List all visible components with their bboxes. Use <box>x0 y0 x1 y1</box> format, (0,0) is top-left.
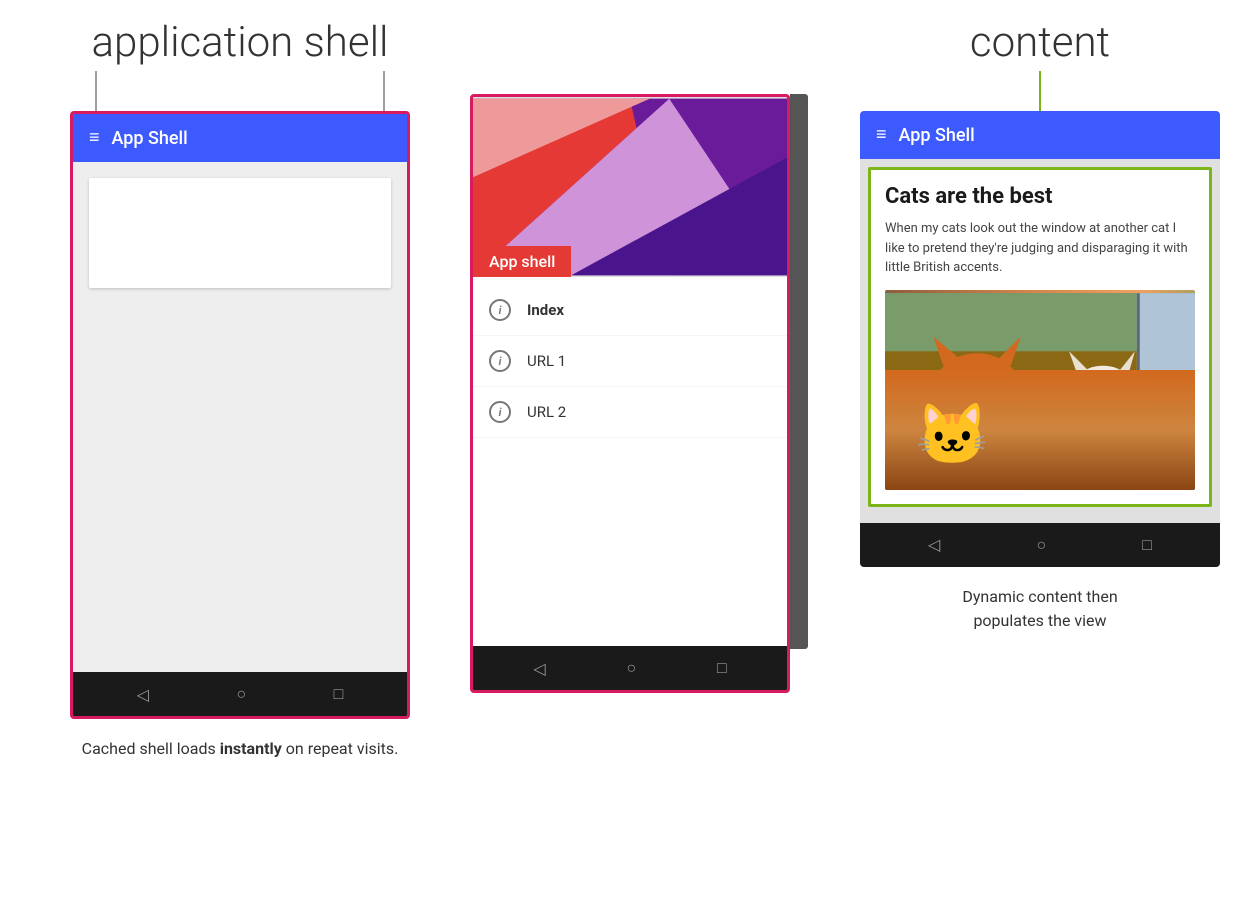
menu-item-url2: i URL 2 <box>473 387 787 438</box>
content-label: content <box>970 20 1110 66</box>
home-icon-1: ○ <box>236 684 246 704</box>
phone3-appbar: ≡ App Shell <box>860 111 1220 159</box>
connector-line-2 <box>383 71 385 111</box>
back-icon-3: ◁ <box>928 535 940 554</box>
back-icon-1: ◁ <box>137 685 149 704</box>
phone-3: ≡ App Shell Cats are the best When my ca… <box>860 111 1220 567</box>
application-shell-label: application shell <box>92 20 389 66</box>
menu-item-url1: i URL 1 <box>473 336 787 387</box>
content-card: Cats are the best When my cats look out … <box>868 167 1212 507</box>
content-title: Cats are the best <box>885 184 1195 209</box>
phone2-shadow <box>790 94 808 649</box>
right-section: content ≡ App Shell Cats are the best Wh… <box>840 20 1240 633</box>
home-icon-3: ○ <box>1036 535 1046 555</box>
left-caption: Cached shell loads instantly on repeat v… <box>82 737 399 761</box>
phone1-title: App Shell <box>112 128 188 149</box>
phone3-title: App Shell <box>899 125 975 146</box>
menu-item-index: i Index <box>473 285 787 336</box>
middle-section: App shell i Index i URL 1 i URL 2 <box>440 94 820 693</box>
menu-label-url2: URL 2 <box>527 403 566 421</box>
phone3-body: Cats are the best When my cats look out … <box>860 167 1220 523</box>
back-icon-2: ◁ <box>533 659 545 678</box>
recents-icon-1: □ <box>334 684 344 704</box>
menu-label-index: Index <box>527 301 564 319</box>
recents-icon-2: □ <box>717 658 727 678</box>
content-text: When my cats look out the window at anot… <box>885 219 1195 278</box>
info-icon-index: i <box>489 299 511 321</box>
info-icon-url2: i <box>489 401 511 423</box>
info-icon-url1: i <box>489 350 511 372</box>
connector-line-1 <box>95 71 97 111</box>
phone3-nav: ◁ ○ □ <box>860 523 1220 567</box>
hamburger-icon-1: ≡ <box>89 129 100 147</box>
app-shell-banner: App shell <box>473 246 571 277</box>
phone1-body <box>73 162 407 672</box>
menu-label-url1: URL 1 <box>527 352 566 370</box>
phone-1: ≡ App Shell ◁ ○ □ <box>70 111 410 719</box>
phone1-appbar: ≡ App Shell <box>73 114 407 162</box>
phone2-nav: ◁ ○ □ <box>473 646 787 690</box>
phone-2: App shell i Index i URL 1 i URL 2 <box>470 94 790 693</box>
hamburger-icon-3: ≡ <box>876 126 887 144</box>
phone2-menu: i Index i URL 1 i URL 2 <box>473 277 787 646</box>
home-icon-2: ○ <box>626 658 636 678</box>
cat-image <box>885 290 1195 490</box>
recents-icon-3: □ <box>1142 535 1152 555</box>
connector-line-green <box>1039 71 1041 111</box>
placeholder-card <box>89 178 391 288</box>
hero-image: App shell <box>473 97 787 277</box>
phone1-nav: ◁ ○ □ <box>73 672 407 716</box>
left-section: application shell ≡ App Shell ◁ ○ □ <box>30 20 450 761</box>
right-caption: Dynamic content then populates the view <box>962 585 1117 633</box>
